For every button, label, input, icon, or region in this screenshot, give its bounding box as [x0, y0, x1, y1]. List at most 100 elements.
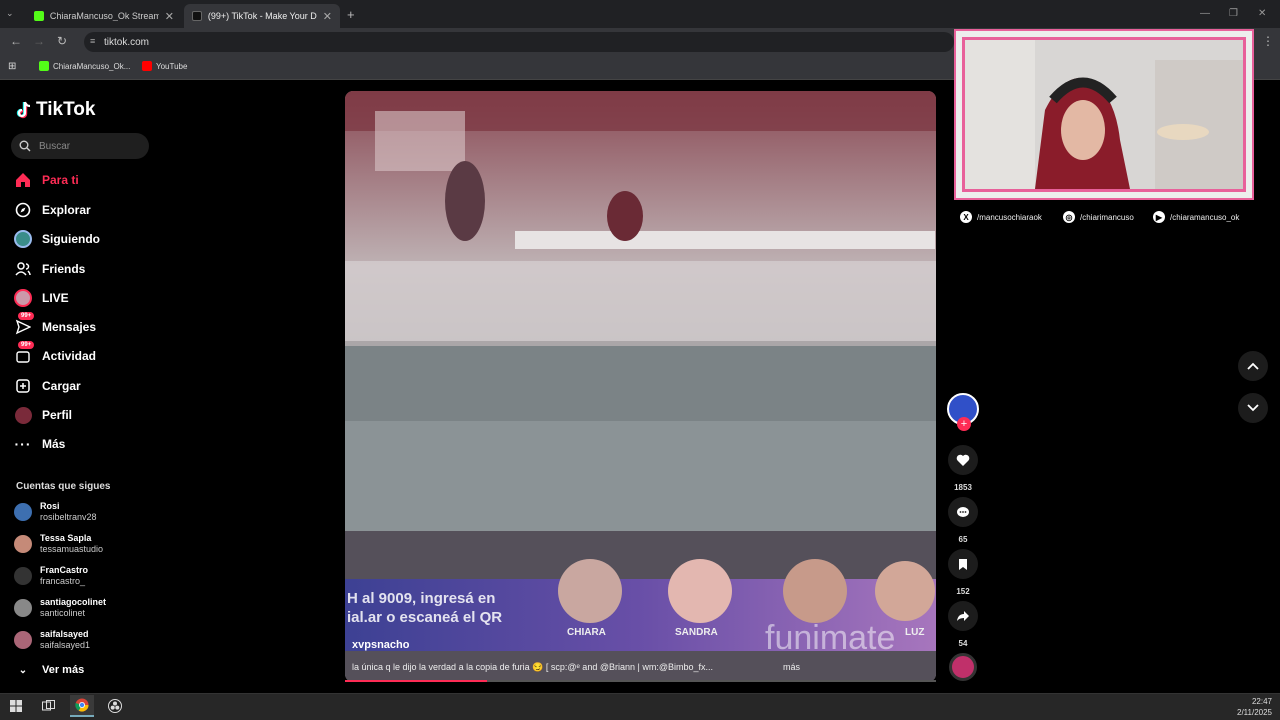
nav-mensajes[interactable]: 99+ Mensajes	[14, 312, 96, 338]
cast-name-2: SANDRA	[675, 627, 718, 638]
video-overlay-text: H al 9009, ingresá en ial.ar o escaneá e…	[347, 590, 503, 626]
close-tab-icon[interactable]: ✕	[165, 10, 174, 23]
youtube-icon	[142, 61, 152, 71]
nav-perfil[interactable]: Perfil	[14, 404, 72, 426]
tab-tiktok[interactable]: (99+) TikTok - Make Your Day ✕	[184, 4, 340, 28]
tiktok-logo[interactable]: TikTok	[16, 99, 95, 121]
chrome-icon[interactable]	[70, 695, 94, 717]
social-instagram: ◎ /chiarimancuso	[1063, 211, 1134, 223]
like-count: 1853	[954, 483, 972, 492]
compass-icon	[14, 201, 32, 219]
watermark: funimate	[765, 619, 896, 657]
activity-icon: 99+	[14, 341, 35, 365]
avatar	[14, 503, 32, 521]
following-account[interactable]: saifalsayed saifalsayed1	[14, 629, 90, 651]
profile-icon	[14, 406, 32, 424]
webcam-feed	[962, 37, 1246, 192]
avatar	[14, 599, 32, 617]
search-icon	[19, 140, 31, 152]
chevron-down-icon	[1247, 404, 1259, 412]
nav-explorar[interactable]: Explorar	[14, 199, 91, 221]
tiktok-note-icon	[16, 101, 31, 119]
browser-menu-icon[interactable]: ⋮	[1262, 34, 1274, 48]
following-section-title: Cuentas que sigues	[16, 481, 111, 492]
video-progress[interactable]	[345, 680, 936, 682]
heart-icon	[948, 445, 978, 475]
nav-live[interactable]: LIVE	[14, 287, 69, 309]
bookmark-icon	[948, 549, 978, 579]
task-view-icon[interactable]	[40, 698, 56, 714]
following-account[interactable]: FranCastro francastro_	[14, 565, 88, 587]
activity-badge: 99+	[18, 341, 35, 349]
comment-icon	[948, 497, 978, 527]
more-icon: ···	[14, 436, 32, 452]
video-player[interactable]: H al 9009, ingresá en ial.ar o escaneá e…	[345, 91, 936, 682]
search-input[interactable]	[39, 140, 134, 152]
minimize-button[interactable]: —	[1200, 8, 1210, 19]
bookmark-stream[interactable]: ChiaraMancuso_Ok...	[39, 61, 130, 71]
creator-avatar[interactable]: +	[946, 393, 980, 431]
forward-icon[interactable]: →	[33, 34, 45, 48]
webcam-overlay	[954, 29, 1254, 200]
bookmark-youtube[interactable]: YouTube	[142, 61, 187, 71]
comment-count: 65	[958, 535, 968, 544]
new-tab-button[interactable]: +	[347, 7, 355, 22]
comment-button[interactable]: 65	[946, 497, 980, 544]
nav-mas[interactable]: ··· Más	[14, 433, 66, 455]
friends-icon	[14, 260, 32, 278]
more-link[interactable]: más	[783, 662, 800, 672]
nav-actividad[interactable]: 99+ Actividad	[14, 341, 96, 367]
following-account[interactable]: Rosi rosibeltranv28	[14, 501, 97, 523]
messages-icon: 99+	[14, 312, 35, 336]
back-icon[interactable]: ←	[10, 34, 22, 48]
save-button[interactable]: 152	[946, 549, 980, 596]
save-count: 152	[956, 587, 970, 596]
obs-icon[interactable]	[107, 698, 123, 714]
close-tab-icon[interactable]: ✕	[323, 10, 332, 23]
x-icon: X	[960, 211, 972, 223]
live-icon	[14, 289, 32, 307]
share-count: 54	[958, 639, 968, 648]
following-account[interactable]: santiagocolinet santicolinet	[14, 597, 106, 619]
tab-stream[interactable]: ChiaraMancuso_Ok Stream - W ✕	[26, 4, 182, 28]
tiktok-icon	[192, 11, 202, 21]
site-info-icon[interactable]: ≡	[90, 36, 95, 46]
restore-button[interactable]: ❐	[1229, 8, 1238, 19]
chevron-down-icon: ⌄	[18, 664, 28, 676]
nav-friends[interactable]: Friends	[14, 258, 85, 280]
like-button[interactable]: 1853	[946, 445, 980, 492]
close-window-button[interactable]: ✕	[1258, 8, 1266, 19]
video-username[interactable]: xvpsnacho	[352, 639, 409, 651]
nav-cargar[interactable]: Cargar	[14, 375, 81, 397]
messages-badge: 99+	[18, 312, 35, 320]
video-description: la única q le dijo la verdad a la copia …	[352, 662, 713, 672]
apps-icon[interactable]: ⊞	[8, 61, 16, 72]
sidebar: TikTok Para ti Explorar Siguiendo Friend…	[0, 81, 160, 693]
social-youtube: ▶ /chiaramancuso_ok	[1153, 211, 1239, 223]
follow-plus-icon[interactable]: +	[957, 417, 971, 431]
sound-disc[interactable]	[946, 653, 980, 681]
cast-name-3: LUZ	[905, 627, 925, 638]
kick-icon	[34, 11, 44, 21]
tab-list-button[interactable]: ⌄	[6, 8, 14, 19]
home-icon	[14, 171, 32, 189]
following-account[interactable]: Tessa Sapla tessamuastudio	[14, 533, 103, 555]
url-bar[interactable]: ≡ tiktok.com	[84, 32, 954, 52]
previous-video-button[interactable]	[1238, 351, 1268, 381]
see-more-button[interactable]: ⌄ Ver más	[14, 659, 84, 681]
nav-siguiendo[interactable]: Siguiendo	[14, 228, 100, 250]
taskbar-clock[interactable]: 22:47 2/11/2025	[1236, 696, 1272, 718]
search-box[interactable]	[11, 133, 149, 159]
share-button[interactable]: 54	[946, 601, 980, 648]
reload-icon[interactable]: ↻	[57, 34, 67, 48]
windows-start-icon[interactable]	[8, 698, 24, 714]
kick-icon	[39, 61, 49, 71]
youtube-icon: ▶	[1153, 211, 1165, 223]
cast-name-1: CHIARA	[567, 627, 606, 638]
chevron-up-icon	[1247, 362, 1259, 370]
windows-taskbar	[0, 693, 1280, 720]
avatar	[14, 567, 32, 585]
nav-para-ti[interactable]: Para ti	[14, 169, 79, 191]
video-progress-fill	[345, 680, 487, 682]
next-video-button[interactable]	[1238, 393, 1268, 423]
